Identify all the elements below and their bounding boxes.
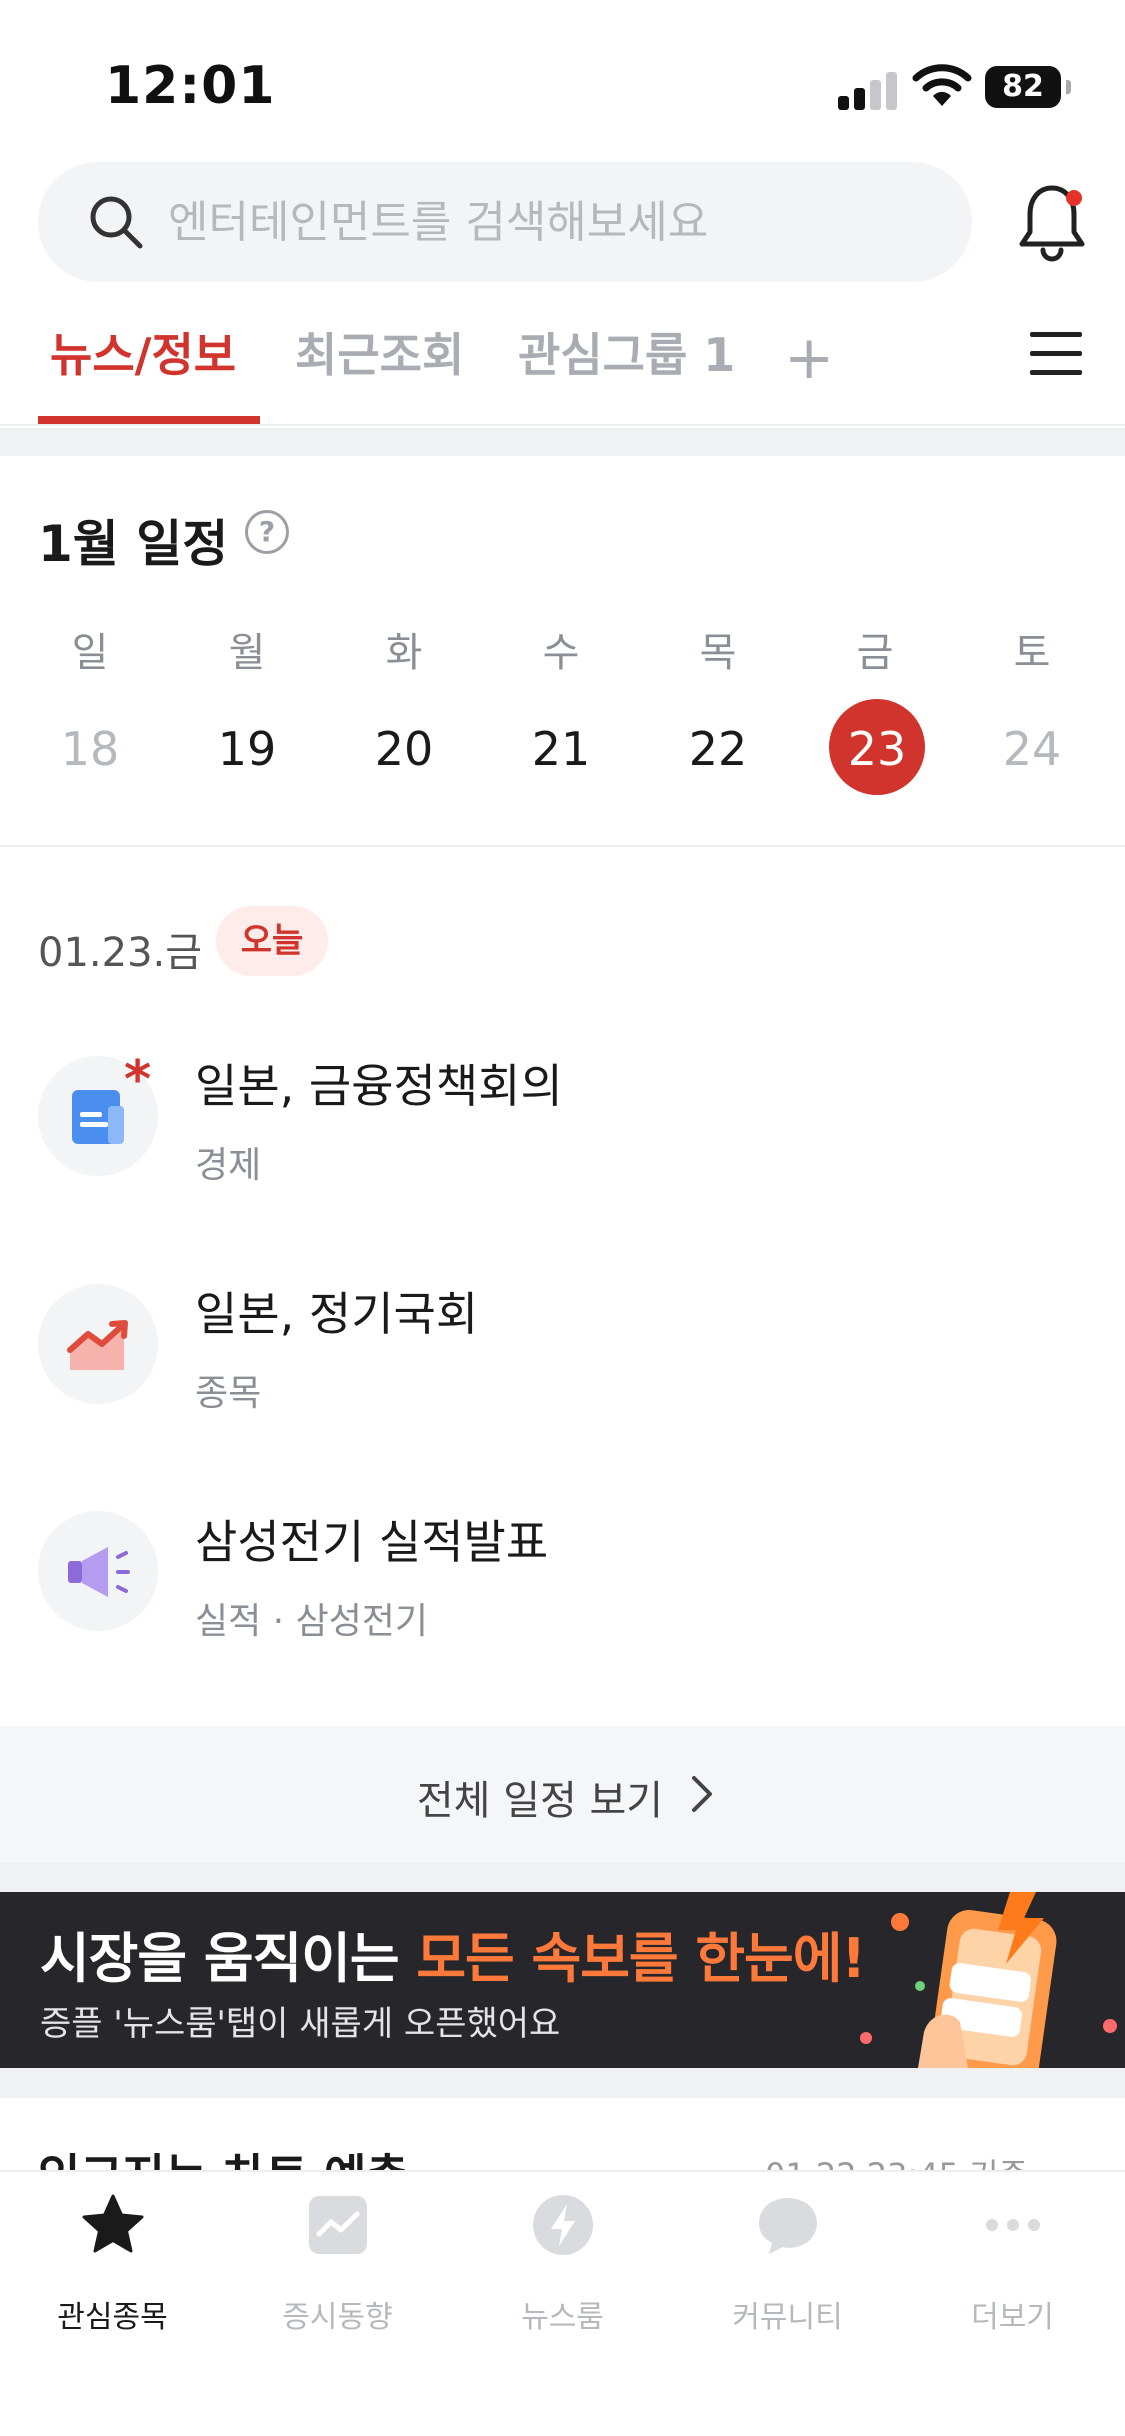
nav-watchlist[interactable]: 관심종목 <box>0 2192 225 2352</box>
view-all-label: 전체 일정 보기 <box>416 1778 664 1824</box>
section-title: 인고지는 차트 예측 <box>38 2140 409 2174</box>
event-subtitle: 경제 <box>195 1145 262 1186</box>
date-cell-selected[interactable]: 23 <box>827 722 927 776</box>
section-gap <box>0 2068 1125 2098</box>
banner-title: 시장을 움직이는 모든 속보를 한눈에! <box>40 1914 866 1993</box>
banner-title-prefix: 시장을 움직이는 <box>40 1927 400 1990</box>
date-cell[interactable]: 21 <box>511 722 611 776</box>
phone-lightning-illustration <box>860 1892 1117 2068</box>
chart-icon <box>309 2196 367 2254</box>
nav-market-trends[interactable]: 증시동향 <box>225 2192 450 2352</box>
tab-watch-group-1[interactable]: 관심그룹 1 <box>518 318 735 426</box>
banner-subtitle: 증플 '뉴스룸'탭이 새롭게 오픈했어요 <box>40 2004 561 2044</box>
hamburger-menu-icon[interactable] <box>1030 332 1082 376</box>
weekday-label: 화 <box>385 630 423 676</box>
nav-label: 증시동향 <box>282 2300 393 2335</box>
today-badge: 오늘 <box>216 906 328 976</box>
event-icon-container <box>38 1284 158 1404</box>
section-gap <box>0 428 1125 456</box>
bottom-navigation: 관심종목 증시동향 뉴스룸 커뮤니티 더보기 <box>0 2170 1125 2436</box>
active-tab-indicator <box>38 416 260 424</box>
weekday-label: 목 <box>699 630 737 676</box>
section-gap <box>0 1862 1125 1892</box>
event-title[interactable]: 일본, 정기국회 <box>195 1278 478 1344</box>
weekday-label: 수 <box>542 630 580 676</box>
date-cell[interactable]: 22 <box>668 722 768 776</box>
event-subtitle: 종목 <box>195 1373 262 1414</box>
lightning-icon <box>533 2195 593 2255</box>
tab-recent[interactable]: 최근조회 <box>295 318 464 426</box>
battery-level: 82 <box>985 66 1061 108</box>
status-bar: 12:01 82 <box>0 0 1125 150</box>
status-time: 12:01 <box>105 56 276 116</box>
date-cell[interactable]: 24 <box>982 722 1082 776</box>
nav-label: 커뮤니티 <box>732 2300 843 2335</box>
view-all-schedule-button[interactable]: 전체 일정 보기 <box>0 1726 1125 1862</box>
nav-label: 관심종목 <box>57 2300 168 2335</box>
important-mark: * <box>124 1050 152 1110</box>
wifi-icon <box>912 64 972 106</box>
chat-bubble-icon <box>759 2198 817 2254</box>
nav-label: 더보기 <box>971 2300 1054 2335</box>
weekday-label: 일 <box>71 630 109 676</box>
weekday-label: 토 <box>1013 630 1051 676</box>
nav-more[interactable]: 더보기 <box>900 2192 1125 2352</box>
battery-indicator: 82 <box>985 66 1071 108</box>
divider <box>0 845 1125 847</box>
trend-up-icon <box>67 1320 128 1370</box>
add-tab-button[interactable]: + <box>784 328 834 388</box>
search-bar[interactable] <box>38 162 972 282</box>
nav-community[interactable]: 커뮤니티 <box>675 2192 900 2352</box>
event-icon-container <box>38 1511 158 1631</box>
event-title[interactable]: 삼성전기 실적발표 <box>195 1506 548 1572</box>
schedule-date: 01.23.금 <box>38 930 203 976</box>
signal-icon <box>838 70 898 110</box>
date-cell[interactable]: 18 <box>40 722 140 776</box>
nav-newsroom[interactable]: 뉴스룸 <box>450 2192 675 2352</box>
date-cell[interactable]: 19 <box>197 722 297 776</box>
date-cell[interactable]: 20 <box>354 722 454 776</box>
star-icon <box>82 2194 144 2253</box>
weekday-label: 월 <box>228 630 266 676</box>
calendar-title: 1월 일정 <box>38 515 229 573</box>
weekday-label: 금 <box>856 630 894 676</box>
event-subtitle: 실적 · 삼성전기 <box>195 1601 429 1642</box>
top-tabs: 뉴스/정보 최근조회 관심그룹 1 + <box>0 318 1125 426</box>
search-icon <box>90 196 143 249</box>
help-icon[interactable]: ? <box>245 510 289 554</box>
notification-dot <box>1066 190 1082 206</box>
megaphone-icon <box>68 1547 130 1597</box>
event-title[interactable]: 일본, 금융정책회의 <box>195 1050 563 1116</box>
search-input[interactable] <box>168 192 928 252</box>
nav-label: 뉴스룸 <box>521 2300 604 2335</box>
newsroom-promo-banner[interactable]: 시장을 움직이는 모든 속보를 한눈에! 증플 '뉴스룸'탭이 새롭게 오픈했어… <box>0 1892 1125 2068</box>
banner-title-highlight: 모든 속보를 한눈에! <box>416 1927 866 1990</box>
tab-news-info[interactable]: 뉴스/정보 <box>50 318 236 426</box>
chevron-right-icon <box>692 1776 712 1812</box>
more-dots-icon <box>986 2219 1040 2231</box>
